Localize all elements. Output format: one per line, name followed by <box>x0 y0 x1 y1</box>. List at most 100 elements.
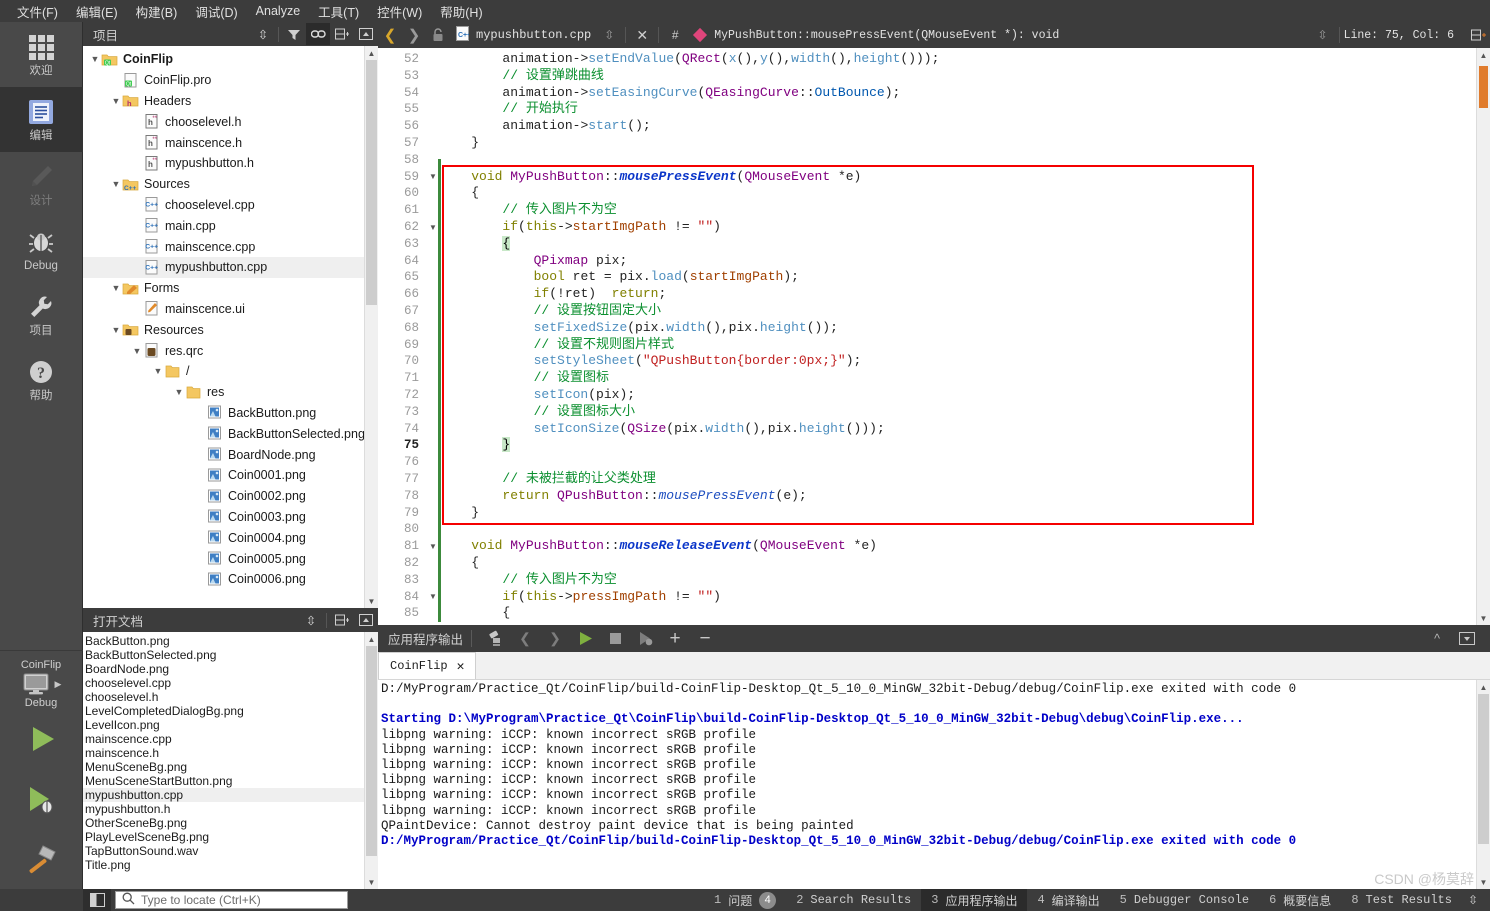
code-line[interactable]: animation->setEasingCurve(QEasingCurve::… <box>440 85 1460 102</box>
chevron-down-icon[interactable]: ▼ <box>110 325 122 335</box>
code-line[interactable]: { <box>440 235 1460 253</box>
code-line[interactable]: if(!ret) return; <box>440 286 1460 303</box>
scroll-down-arrow[interactable]: ▼ <box>1477 611 1490 625</box>
code-line[interactable]: QPixmap pix; <box>440 253 1460 270</box>
project-tree-scrollbar[interactable]: ▲ ▼ <box>364 46 378 608</box>
chevron-down-icon[interactable]: ▼ <box>110 283 122 293</box>
open-document-item[interactable]: BackButton.png <box>83 634 378 648</box>
open-documents-scrollbar[interactable]: ▲ ▼ <box>364 632 378 889</box>
tree-item[interactable]: Coin0001.png <box>83 465 378 486</box>
status-tab-概要信息[interactable]: 6 概要信息 <box>1259 889 1341 911</box>
project-tree[interactable]: ▼ Qt CoinFlip Qt CoinFlip.pro ▼ h Headers h ** cho… <box>83 46 378 608</box>
menu-item-3[interactable]: 调试(D) <box>186 0 246 23</box>
code-line[interactable]: // 设置不规则图片样式 <box>440 337 1460 354</box>
tree-item[interactable]: C++ mypushbutton.cpp <box>83 256 378 278</box>
tree-item[interactable]: ▼ Qt CoinFlip <box>83 49 378 70</box>
chevron-down-icon[interactable]: ▼ <box>110 179 122 189</box>
tree-item[interactable]: ▼ Resources <box>83 319 378 340</box>
chevron-down-icon[interactable]: ▼ <box>173 387 185 397</box>
status-tab-编译输出[interactable]: 4 编译输出 <box>1027 889 1109 911</box>
open-document-item[interactable]: OtherSceneBg.png <box>83 816 378 830</box>
tree-item[interactable]: C++ main.cpp <box>83 215 378 236</box>
code-line[interactable]: // 设置按钮固定大小 <box>440 303 1460 320</box>
forward-arrow-icon[interactable]: ❯ <box>402 23 426 47</box>
zoom-in-button[interactable]: + <box>660 626 690 651</box>
code-line[interactable]: } <box>440 437 1460 454</box>
menu-item-6[interactable]: 控件(W) <box>368 0 431 23</box>
scrollbar-thumb[interactable] <box>1478 694 1489 844</box>
tree-item[interactable]: BackButton.png <box>83 403 378 424</box>
editor-file-chip[interactable]: C++ mypushbutton.cpp <box>450 26 597 44</box>
tree-item[interactable]: ▼ h Headers <box>83 91 378 112</box>
open-document-item[interactable]: LevelIcon.png <box>83 718 378 732</box>
close-icon[interactable]: ✕ <box>457 659 465 674</box>
code-line[interactable]: // 传入图片不为空 <box>440 202 1460 219</box>
tree-item[interactable]: h ** mypushbutton.h <box>83 153 378 174</box>
sidebar-toggle-icon[interactable] <box>83 889 111 911</box>
tree-item[interactable]: ▼ res <box>83 382 378 403</box>
code-line[interactable]: // 未被拦截的让父类处理 <box>440 471 1460 488</box>
run-button[interactable] <box>0 709 83 769</box>
open-document-item[interactable]: PlayLevelSceneBg.png <box>83 830 378 844</box>
code-line[interactable]: { <box>440 605 1460 622</box>
chevron-down-icon[interactable]: ▼ <box>131 346 143 356</box>
editor-symbol-chip[interactable]: MyPushButton::mousePressEvent(QMouseEven… <box>687 27 1059 43</box>
tree-item[interactable]: Qt CoinFlip.pro <box>83 70 378 91</box>
code-line[interactable]: setIconSize(QSize(pix.width(),pix.height… <box>440 421 1460 438</box>
code-line[interactable]: animation->start(); <box>440 118 1460 135</box>
code-line[interactable]: // 传入图片不为空 <box>440 572 1460 589</box>
clear-output-button[interactable] <box>480 626 510 651</box>
open-document-item[interactable]: MenuSceneStartButton.png <box>83 774 378 788</box>
split-editor-button[interactable] <box>1466 23 1490 47</box>
file-selector-icon[interactable]: ⇳ <box>597 23 621 47</box>
tree-item[interactable]: mainscence.ui <box>83 299 378 320</box>
tree-item[interactable]: BackButtonSelected.png <box>83 423 378 444</box>
stop-button[interactable] <box>600 626 630 651</box>
tree-item[interactable]: Coin0005.png <box>83 548 378 569</box>
split-button[interactable] <box>330 609 354 631</box>
code-line[interactable]: setStyleSheet("QPushButton{border:0px;}"… <box>440 353 1460 370</box>
tree-item[interactable]: ▼ C++ Sources <box>83 174 378 195</box>
tree-item[interactable]: Coin0003.png <box>83 507 378 528</box>
tree-item[interactable]: Coin0002.png <box>83 486 378 507</box>
open-document-item[interactable]: mainscence.h <box>83 746 378 760</box>
scroll-up-arrow[interactable]: ▲ <box>365 46 378 60</box>
code-line[interactable]: } <box>440 505 1460 522</box>
link-with-editor-button[interactable] <box>306 23 330 45</box>
maximize-pane-button[interactable] <box>1452 626 1482 651</box>
unlock-icon[interactable] <box>426 23 450 47</box>
scroll-up-arrow[interactable]: ▲ <box>1477 48 1490 62</box>
zoom-out-button[interactable]: − <box>690 626 720 651</box>
line-marker-icon[interactable]: # <box>663 23 687 47</box>
locate-input[interactable]: Type to locate (Ctrl+K) <box>115 891 348 909</box>
mode-欢迎[interactable]: 欢迎 <box>0 22 83 87</box>
open-document-item[interactable]: chooselevel.cpp <box>83 676 378 690</box>
scrollbar-thumb[interactable] <box>1479 66 1488 108</box>
open-document-item[interactable]: LevelCompletedDialogBg.png <box>83 704 378 718</box>
editor-scrollbar[interactable]: ▲ ▼ <box>1476 48 1490 625</box>
code-line[interactable]: if(this->startImgPath != "") <box>440 219 1460 236</box>
open-document-item[interactable]: MenuSceneBg.png <box>83 760 378 774</box>
tree-item[interactable]: C++ chooselevel.cpp <box>83 195 378 216</box>
code-line[interactable]: bool ret = pix.load(startImgPath); <box>440 269 1460 286</box>
scroll-up-arrow[interactable]: ▲ <box>1477 680 1490 694</box>
tree-item[interactable]: ▼ / <box>83 361 378 382</box>
code-line[interactable]: return QPushButton::mousePressEvent(e); <box>440 488 1460 505</box>
tree-item[interactable]: h ** mainscence.h <box>83 132 378 153</box>
status-tab-Debugger Console[interactable]: 5 Debugger Console <box>1110 889 1259 911</box>
code-line[interactable] <box>440 454 1460 471</box>
tree-item[interactable]: ▼ Forms <box>83 278 378 299</box>
menu-item-5[interactable]: 工具(T) <box>309 0 368 23</box>
menu-item-4[interactable]: Analyze <box>247 2 309 20</box>
tree-item[interactable]: Coin0004.png <box>83 527 378 548</box>
mode-项目[interactable]: 项目 <box>0 282 83 347</box>
menu-item-7[interactable]: 帮助(H) <box>431 0 491 23</box>
code-area[interactable]: 52 53 54 55 56 57 58 59 60 61 62 63 64 65 66 67 68 69 70 71… <box>378 48 1490 625</box>
open-document-item[interactable]: mainscence.cpp <box>83 732 378 746</box>
mode-编辑[interactable]: 编辑 <box>0 87 83 152</box>
scrollbar-thumb[interactable] <box>366 60 377 305</box>
prev-item-button[interactable]: ❮ <box>510 626 540 651</box>
mode-Debug[interactable]: Debug <box>0 217 83 282</box>
scrollbar-thumb[interactable] <box>366 646 377 856</box>
code-line[interactable]: void MyPushButton::mousePressEvent(QMous… <box>440 169 1460 186</box>
